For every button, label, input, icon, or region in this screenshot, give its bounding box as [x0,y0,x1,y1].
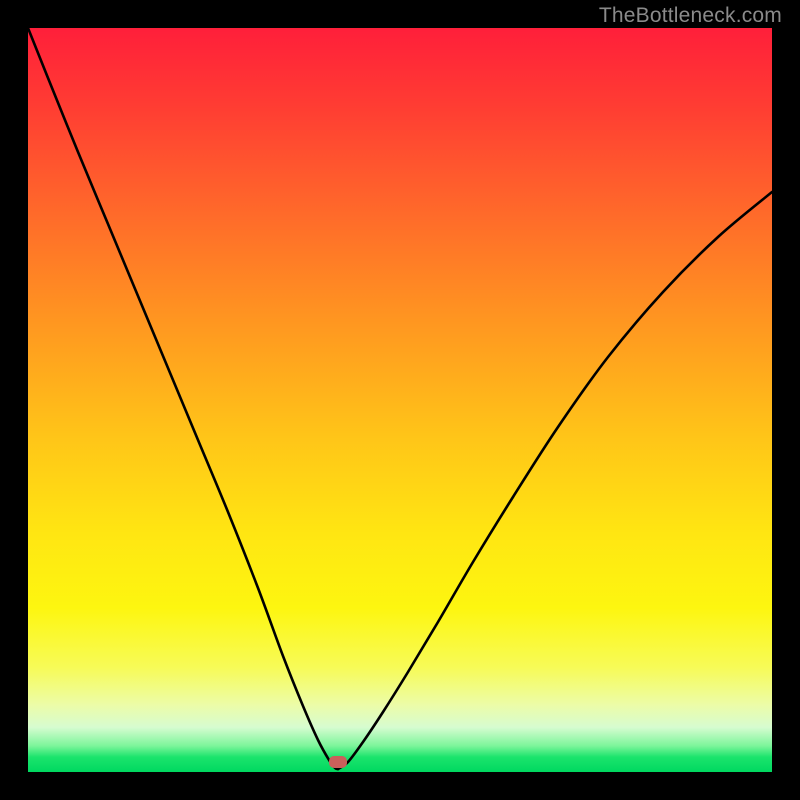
bottleneck-curve [28,28,772,772]
plot-area [28,28,772,772]
watermark-text: TheBottleneck.com [599,4,782,28]
optimal-point-marker [329,756,347,768]
curve-left-branch [28,28,338,769]
curve-right-branch [338,192,772,769]
outer-frame: TheBottleneck.com [0,0,800,800]
